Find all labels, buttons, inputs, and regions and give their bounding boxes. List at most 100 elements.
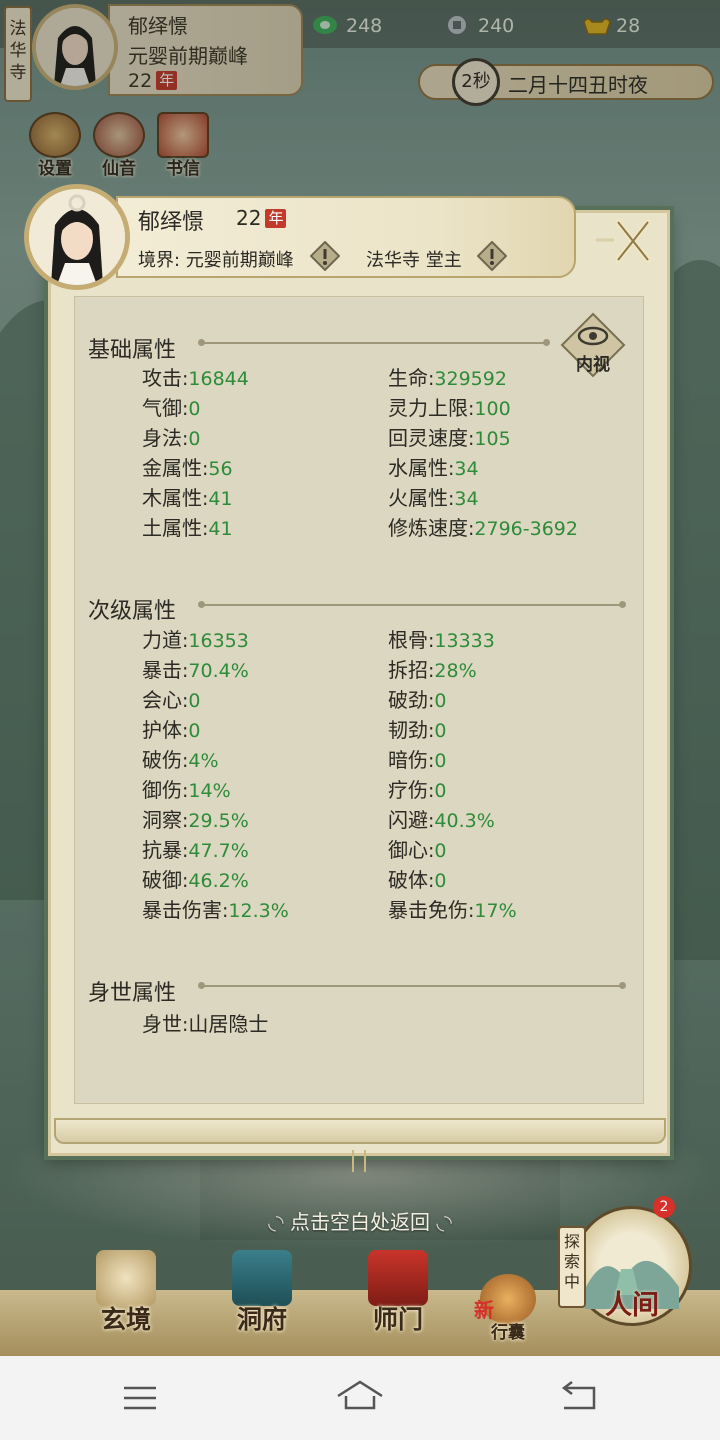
attr-label: 破劲 (388, 688, 428, 712)
attr-label: 身世 (142, 1012, 182, 1036)
attr-value: 0 (434, 750, 447, 772)
post-info-icon[interactable] (476, 240, 508, 272)
nav-cave-dwelling[interactable]: 洞府 (220, 1250, 304, 1336)
section-divider (198, 601, 626, 608)
attr-value: 46.2% (188, 870, 249, 892)
attr-value: 2796-3692 (474, 518, 578, 540)
attr-row: 闪避:40.3% (388, 808, 495, 832)
attr-value: 47.7% (188, 840, 249, 862)
character-age: 22 年 (236, 206, 287, 230)
attr-label: 气御 (142, 396, 182, 420)
attr-value: 0 (434, 870, 447, 892)
attr-label: 回灵速度 (388, 426, 468, 450)
attr-row: 破御:46.2% (142, 868, 249, 892)
nav-sect-gate[interactable]: 师门 (356, 1250, 440, 1336)
attr-value: 0 (188, 398, 201, 420)
attr-value: 0 (188, 428, 201, 450)
character-sect-post: 法华寺 堂主 (366, 250, 462, 271)
section-divider (198, 339, 550, 346)
attr-label: 木属性 (142, 486, 202, 510)
attr-value: 4% (188, 750, 219, 772)
attr-row: 暴击:70.4% (142, 658, 249, 682)
attr-row: 护体:0 (142, 718, 201, 742)
back-icon[interactable] (552, 1374, 608, 1422)
menu-icon[interactable] (112, 1374, 168, 1422)
attr-value: 56 (208, 458, 233, 480)
attr-value: 28% (434, 660, 477, 682)
attr-label: 拆招 (388, 658, 428, 682)
attr-label: 御心 (388, 838, 428, 862)
nav-mystic-realm[interactable]: 玄境 (84, 1250, 168, 1336)
attr-value: 105 (474, 428, 511, 450)
attr-row: 修炼速度:2796-3692 (388, 516, 578, 540)
attr-row: 拆招:28% (388, 658, 477, 682)
system-nav-bar (0, 1356, 720, 1440)
panel-bottom-rod (54, 1118, 666, 1144)
attr-label: 闪避 (388, 808, 428, 832)
section-title-secondary: 次级属性 (88, 599, 177, 624)
attr-label: 暴击 (142, 658, 182, 682)
attr-row: 御伤:14% (142, 778, 231, 802)
attr-value: 100 (474, 398, 511, 420)
attr-row: 身世:山居隐士 (142, 1012, 269, 1036)
attr-row: 破劲:0 (388, 688, 447, 712)
attr-value: 34 (454, 458, 479, 480)
attr-value: 0 (434, 780, 447, 802)
attr-label: 破御 (142, 868, 182, 892)
attr-row: 暴击伤害:12.3% (142, 898, 289, 922)
attr-value: 41 (208, 518, 233, 540)
mystic-realm-icon (96, 1250, 156, 1306)
attr-label: 破伤 (142, 748, 182, 772)
attr-label: 会心 (142, 688, 182, 712)
attr-label: 暴击免伤 (388, 898, 468, 922)
nav-label: 师门 (372, 1305, 423, 1334)
cave-dwelling-icon (232, 1250, 292, 1306)
attr-value: 329592 (434, 368, 507, 390)
attr-label: 身法 (142, 426, 182, 450)
attr-row: 攻击:16844 (142, 366, 249, 390)
attr-label: 抗暴 (142, 838, 182, 862)
home-icon[interactable] (332, 1374, 388, 1422)
attr-row: 会心:0 (142, 688, 201, 712)
attr-label: 暗伤 (388, 748, 428, 772)
section-divider (198, 982, 626, 989)
attr-value: 14% (188, 780, 231, 802)
attr-row: 回灵速度:105 (388, 426, 511, 450)
attr-value: 0 (434, 690, 447, 712)
attr-row: 身法:0 (142, 426, 201, 450)
nav-label: 人间 (605, 1290, 659, 1321)
sect-gate-icon (368, 1250, 428, 1306)
section-title-background: 身世属性 (88, 981, 177, 1006)
attr-row: 抗暴:47.7% (142, 838, 249, 862)
new-tag: 新 (474, 1298, 494, 1322)
attr-row: 疗伤:0 (388, 778, 447, 802)
notification-badge: 2 (653, 1196, 675, 1218)
section-title-basic: 基础属性 (88, 338, 177, 363)
attr-value: 41 (208, 488, 233, 510)
attr-label: 土属性 (142, 516, 202, 540)
attr-row: 火属性:34 (388, 486, 479, 510)
attr-value: 29.5% (188, 810, 249, 832)
attr-value: 16353 (188, 630, 249, 652)
attr-value: 13333 (434, 630, 495, 652)
nav-world[interactable]: 人间 (572, 1206, 692, 1326)
attr-value: 12.3% (228, 900, 289, 922)
inner-view-button[interactable]: 内视 (560, 312, 626, 378)
realm-info-icon[interactable] (309, 240, 341, 272)
attr-label: 火属性 (388, 486, 448, 510)
attr-label: 金属性 (142, 456, 202, 480)
nav-label: 洞府 (236, 1305, 287, 1334)
exploring-tag: 探索中 (558, 1226, 586, 1308)
attr-row: 暴击免伤:17% (388, 898, 517, 922)
close-icon[interactable] (596, 212, 666, 270)
attr-label: 韧劲 (388, 718, 428, 742)
attr-label: 破体 (388, 868, 428, 892)
attr-row: 韧劲:0 (388, 718, 447, 742)
character-name: 郁绎憬 (138, 210, 205, 235)
attr-row: 水属性:34 (388, 456, 479, 480)
attr-value: 34 (454, 488, 479, 510)
nav-bag[interactable]: 新 行囊 (472, 1274, 544, 1343)
attr-value: 0 (188, 690, 201, 712)
attr-row: 金属性:56 (142, 456, 233, 480)
attr-row: 破伤:4% (142, 748, 219, 772)
